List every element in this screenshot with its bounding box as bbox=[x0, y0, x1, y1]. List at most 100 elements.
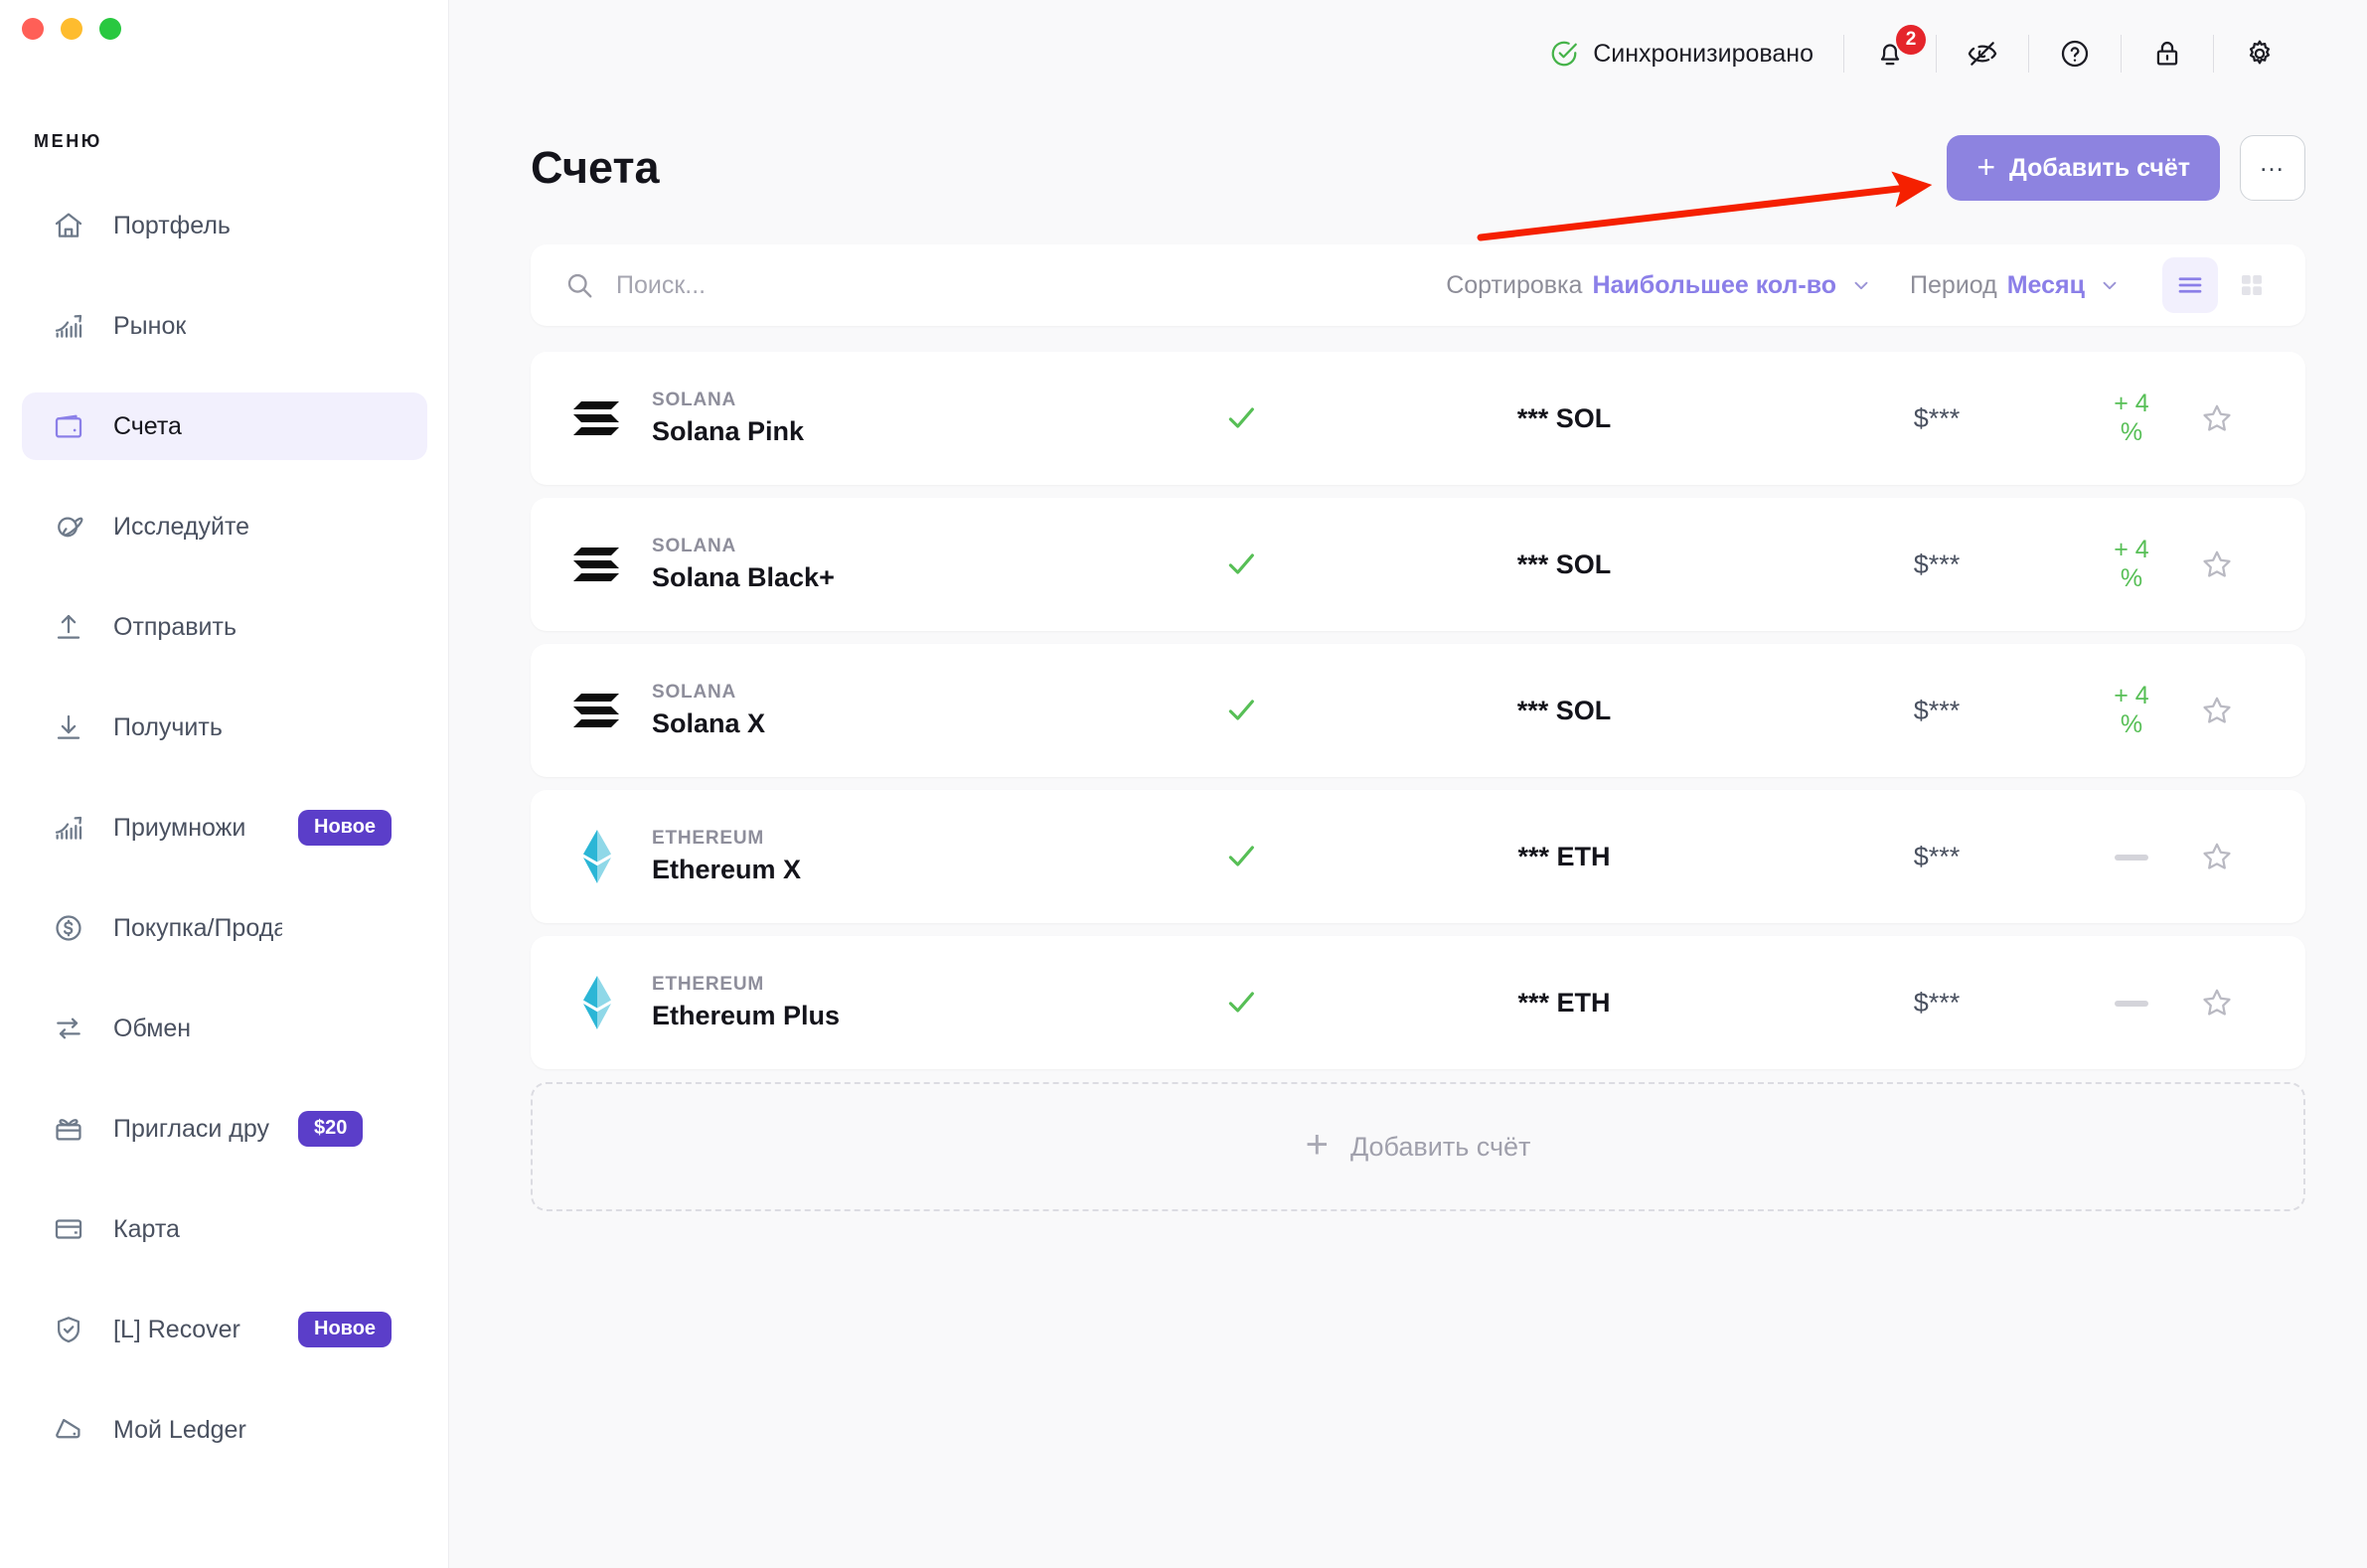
sidebar-item-discover[interactable]: Исследуйте bbox=[22, 493, 427, 560]
ethereum-icon bbox=[570, 830, 624, 883]
sidebar-item-label: Получить bbox=[113, 712, 223, 741]
list-view-button[interactable] bbox=[2162, 257, 2218, 313]
account-ticker: SOLANA bbox=[652, 682, 737, 703]
sidebar-item-label: Пригласи дру bbox=[113, 1114, 270, 1143]
sidebar-item-label: Карта bbox=[113, 1214, 180, 1243]
account-delta bbox=[2101, 843, 2162, 871]
add-account-button-label: Добавить счёт bbox=[2009, 153, 2190, 182]
verified-check-icon bbox=[1127, 401, 1355, 435]
sidebar-item-card[interactable]: Карта bbox=[22, 1195, 427, 1263]
account-ticker: ETHEREUM bbox=[652, 828, 765, 849]
dollar-icon bbox=[52, 911, 85, 945]
verified-check-icon bbox=[1127, 986, 1355, 1019]
grid-view-button[interactable] bbox=[2224, 257, 2280, 313]
more-options-button[interactable]: … bbox=[2240, 135, 2305, 201]
swap-icon bbox=[52, 1012, 85, 1045]
account-amount: *** SOL bbox=[1516, 695, 1612, 725]
plus-icon: + bbox=[1976, 148, 1996, 185]
favorite-star-icon[interactable] bbox=[2162, 986, 2272, 1019]
sidebar-item-my-ledger[interactable]: Мой Ledger bbox=[22, 1396, 427, 1464]
favorite-star-icon[interactable] bbox=[2162, 694, 2272, 727]
account-ticker: ETHEREUM bbox=[652, 974, 765, 995]
sidebar-badge-new: Новое bbox=[298, 1312, 393, 1347]
sidebar-item-swap[interactable]: Обмен bbox=[22, 995, 427, 1062]
sidebar-item-refer-friend[interactable]: Пригласи дру $20 bbox=[22, 1095, 427, 1163]
search-box[interactable] bbox=[564, 270, 1408, 300]
account-amount: *** ETH bbox=[1517, 987, 1611, 1018]
chart-up-icon bbox=[52, 811, 85, 845]
sidebar-item-receive[interactable]: Получить bbox=[22, 694, 427, 761]
account-delta bbox=[2101, 989, 2162, 1018]
sidebar-item-portfolio[interactable]: Портфель bbox=[22, 192, 427, 259]
account-identity: ETHEREUM Ethereum X bbox=[570, 828, 1127, 885]
account-amount: *** SOL bbox=[1516, 549, 1612, 579]
help-icon[interactable] bbox=[2029, 26, 2121, 81]
bell-icon[interactable]: 2 bbox=[1844, 25, 1936, 81]
notification-badge: 2 bbox=[1896, 25, 1926, 55]
sidebar-item-label: Исследуйте bbox=[113, 512, 250, 541]
gear-icon[interactable] bbox=[2214, 26, 2305, 81]
sidebar-item-label: Мой Ledger bbox=[113, 1415, 246, 1444]
sort-dropdown[interactable]: Сортировка Наибольшее кол-во bbox=[1446, 271, 1872, 300]
add-account-placeholder-row[interactable]: + Добавить счёт bbox=[531, 1082, 2305, 1211]
account-fiat-value: $*** bbox=[1913, 695, 1961, 725]
close-window-button[interactable] bbox=[22, 18, 44, 40]
account-ticker: SOLANA bbox=[652, 390, 737, 410]
ellipsis-icon: … bbox=[2259, 146, 2287, 177]
table-row[interactable]: SOLANA Solana Pink *** SOL $*** + 4 % bbox=[531, 352, 2305, 485]
sidebar-item-label: Рынок bbox=[113, 311, 187, 340]
search-input[interactable] bbox=[616, 270, 1033, 300]
account-name: Ethereum X bbox=[652, 855, 802, 884]
accounts-list: SOLANA Solana Pink *** SOL $*** + 4 % SO… bbox=[531, 352, 2305, 1069]
lock-icon[interactable] bbox=[2122, 26, 2213, 81]
maximize-window-button[interactable] bbox=[99, 18, 121, 40]
period-value: Месяц bbox=[2006, 270, 2085, 299]
add-account-placeholder-label: Добавить счёт bbox=[1349, 1131, 1531, 1162]
account-fiat-value: $*** bbox=[1913, 549, 1961, 579]
period-dropdown[interactable]: Период Месяц bbox=[1910, 271, 2121, 300]
favorite-star-icon[interactable] bbox=[2162, 401, 2272, 435]
period-label: Период bbox=[1910, 270, 1997, 299]
sidebar-item-label: Обмен bbox=[113, 1014, 192, 1042]
eye-off-icon[interactable] bbox=[1937, 26, 2028, 81]
ethereum-icon bbox=[570, 976, 624, 1029]
table-row[interactable]: SOLANA Solana Black+ *** SOL $*** + 4 % bbox=[531, 498, 2305, 631]
sidebar-item-send[interactable]: Отправить bbox=[22, 593, 427, 661]
table-row[interactable]: SOLANA Solana X *** SOL $*** + 4 % bbox=[531, 644, 2305, 777]
table-row[interactable]: ETHEREUM Ethereum X *** ETH $*** bbox=[531, 790, 2305, 923]
account-fiat-value: $*** bbox=[1913, 841, 1961, 871]
sync-status-label: Синхронизировано bbox=[1593, 39, 1814, 68]
sidebar-item-accounts[interactable]: Счета bbox=[22, 392, 427, 460]
table-row[interactable]: ETHEREUM Ethereum Plus *** ETH $*** bbox=[531, 936, 2305, 1069]
card-icon bbox=[52, 1212, 85, 1246]
sidebar-item-label: Покупка/Продажа bbox=[113, 913, 282, 942]
account-delta: + 4 % bbox=[2114, 536, 2149, 592]
account-identity: SOLANA Solana Black+ bbox=[570, 536, 1127, 593]
sidebar-item-label: Отправить bbox=[113, 612, 237, 641]
search-icon bbox=[564, 270, 594, 300]
page-header-actions: + Добавить счёт … bbox=[1947, 135, 2305, 201]
minimize-window-button[interactable] bbox=[61, 18, 82, 40]
page-header: Счета + Добавить счёт … bbox=[449, 107, 2367, 201]
main-area: Синхронизировано 2 Счета + Добавить счёт… bbox=[449, 0, 2367, 1568]
arrow-down-icon bbox=[52, 710, 85, 744]
sidebar-item-label: Портфель bbox=[113, 211, 231, 239]
sidebar-item-label: Счета bbox=[113, 411, 182, 440]
sidebar-item-earn[interactable]: Приумножи Новое bbox=[22, 794, 427, 862]
home-icon bbox=[52, 209, 85, 242]
sidebar: МЕНЮ Портфель Рынок Счета Исследуйте Отп… bbox=[0, 0, 449, 1568]
sync-status: Синхронизировано bbox=[1549, 39, 1814, 69]
gift-icon bbox=[52, 1112, 85, 1146]
add-account-button[interactable]: + Добавить счёт bbox=[1947, 135, 2220, 201]
delta-dash-icon bbox=[2115, 1000, 2148, 1007]
sidebar-item-recover[interactable]: [L] Recover Новое bbox=[22, 1296, 427, 1363]
view-toggle bbox=[2162, 257, 2280, 313]
favorite-star-icon[interactable] bbox=[2162, 548, 2272, 581]
ledger-device-icon bbox=[52, 1413, 85, 1447]
account-delta: + 4 % bbox=[2114, 682, 2149, 738]
sidebar-item-market[interactable]: Рынок bbox=[22, 292, 427, 360]
favorite-star-icon[interactable] bbox=[2162, 840, 2272, 873]
sidebar-item-buy-sell[interactable]: Покупка/Продажа bbox=[22, 894, 427, 962]
sidebar-badge-new: Новое bbox=[298, 810, 393, 846]
verified-check-icon bbox=[1127, 694, 1355, 727]
